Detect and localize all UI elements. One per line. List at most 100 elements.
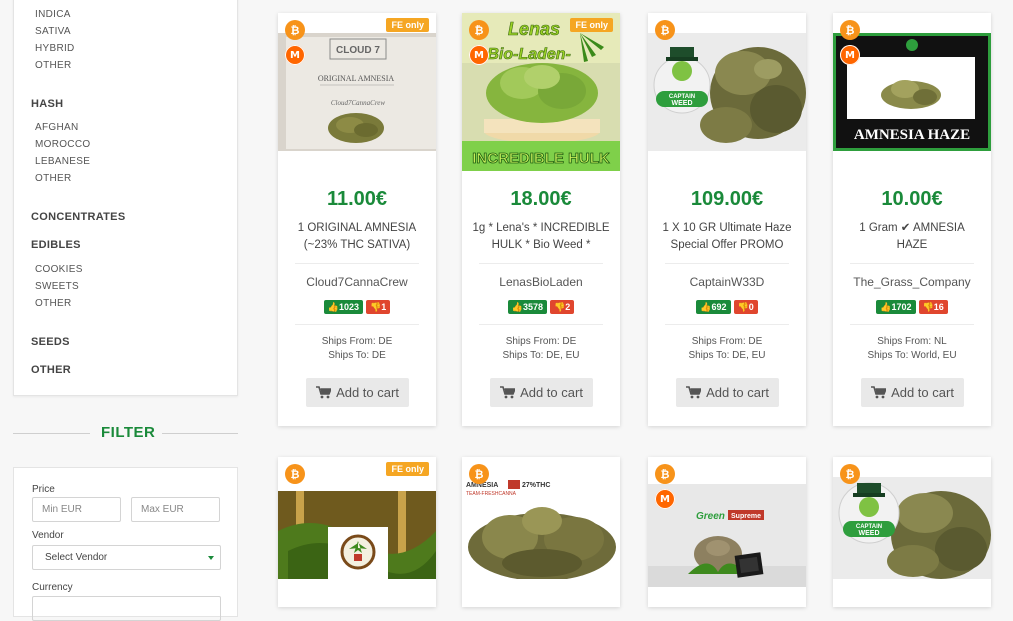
product-title[interactable]: 1 ORIGINAL AMNESIA (~23% THC SATIVA) [288,220,426,254]
filter-panel: Price Vendor Select Vendor Currency [13,467,238,621]
category-edibles-other[interactable]: OTHER [35,298,72,309]
product-card: ₿ CAPTAIN WEED 109.00€ 1 X 10 GR Ultimat… [648,13,806,426]
product-title[interactable]: 1 Gram ✔ AMNESIA HAZE [843,220,981,254]
category-hash[interactable]: HASH [31,98,63,110]
category-morocco[interactable]: MOROCCO [35,139,90,150]
divider [850,263,974,264]
divider [850,324,974,325]
image-text: Supreme [731,513,761,520]
product-title[interactable]: 1 X 10 GR Ultimate Haze Special Offer PR… [658,220,796,254]
monero-icon: M [469,45,489,65]
shopping-cart-icon [871,386,887,399]
negative-feedback: 👎2 [550,300,575,314]
product-image[interactable]: CAPTAIN WEED [648,33,806,151]
ships-to: Ships To: DE [328,350,386,361]
image-text: 27%THC [522,482,550,489]
category-cookies[interactable]: COOKIES [35,264,83,275]
shipping-info: Ships From: DE Ships To: DE, EU [462,335,620,363]
product-price: 10.00€ [881,188,943,210]
shopping-cart-icon [686,386,702,399]
caret-down-icon [208,556,214,560]
image-text: AMNESIA HAZE [854,127,970,143]
category-indica[interactable]: INDICA [35,9,71,20]
thumbs-down-icon: 👎 [370,302,382,312]
max-price-input[interactable] [131,497,220,522]
category-concentrates[interactable]: CONCENTRATES [31,211,125,223]
product-card: ₿ M AMNESIA HAZE 10.00€ 1 Gram ✔ AMNESIA… [833,13,991,426]
fe-only-badge: FE only [570,18,613,32]
feedback-badges: 👍692 👎0 [648,300,806,314]
filter-divider-left [13,433,90,434]
filter-heading: FILTER [101,424,156,441]
negative-feedback: 👎1 [366,300,391,314]
category-seeds[interactable]: SEEDS [31,336,70,348]
positive-feedback: 👍692 [696,300,731,314]
vendor-link[interactable]: CaptainW33D [648,275,806,289]
image-text: TEAM-FRESHCANNA [466,491,517,497]
product-image[interactable]: CAPTAIN WEED [833,477,991,579]
divider [295,324,419,325]
product-title[interactable]: 1g * Lena's * INCREDIBLE HULK * Bio Weed… [472,220,610,254]
product-card: ₿ M Green Supreme [648,457,806,607]
category-hybrid[interactable]: HYBRID [35,43,75,54]
ships-from: Ships From: NL [877,336,947,347]
category-weed-other[interactable]: OTHER [35,60,72,71]
category-other[interactable]: OTHER [31,364,71,376]
vendor-link[interactable]: The_Grass_Company [833,275,991,289]
category-sweets[interactable]: SWEETS [35,281,79,292]
add-to-cart-button[interactable]: Add to cart [306,378,409,407]
currency-select[interactable] [32,596,221,621]
shopping-cart-icon [316,386,332,399]
bitcoin-icon: ₿ [840,464,860,484]
product-image[interactable] [278,491,436,579]
vendor-select[interactable]: Select Vendor [32,545,221,570]
category-lebanese[interactable]: LEBANESE [35,156,90,167]
positive-feedback: 👍1702 [876,300,916,314]
shipping-info: Ships From: DE Ships To: DE, EU [648,335,806,363]
min-price-input[interactable] [32,497,121,522]
positive-feedback: 👍1023 [323,300,363,314]
thumbs-up-icon: 👍 [327,302,339,312]
vendor-label: Vendor [32,530,64,541]
product-price: 11.00€ [326,188,388,210]
image-text: CLOUD 7 [336,45,380,56]
thumbs-down-icon: 👎 [922,302,934,312]
product-image[interactable]: AMNESIA 27%THC TEAM-FRESHCANNA [462,477,620,579]
category-afghan[interactable]: AFGHAN [35,122,78,133]
divider [665,324,789,325]
bitcoin-icon: ₿ [469,464,489,484]
product-card: ₿ M FE only CLOUD 7 ORIGINAL AMNESIA Clo… [278,13,436,426]
ships-to: Ships To: World, EU [867,350,957,361]
image-text: Lenas [508,19,560,39]
product-price: 18.00€ [510,188,572,210]
ships-from: Ships From: DE [691,336,763,347]
fe-only-badge: FE only [386,462,429,476]
add-to-cart-button[interactable]: Add to cart [490,378,593,407]
bitcoin-icon: ₿ [655,20,675,40]
vendor-link[interactable]: Cloud7CannaCrew [278,275,436,289]
category-sativa[interactable]: SATIVA [35,26,71,37]
ships-to: Ships To: DE, EU [502,350,580,361]
product-card: ₿ M FE only Lenas -Bio-Laden- INCREDIBLE… [462,13,620,426]
category-edibles[interactable]: EDIBLES [31,239,81,251]
vendor-link[interactable]: LenasBioLaden [462,275,620,289]
bitcoin-icon: ₿ [285,464,305,484]
shopping-cart-icon [500,386,516,399]
divider [479,263,603,264]
image-text: WEED [859,530,880,537]
feedback-badges: 👍1702 👎16 [833,300,991,314]
add-to-cart-button[interactable]: Add to cart [676,378,779,407]
thumbs-down-icon: 👎 [554,302,566,312]
ships-from: Ships From: DE [505,336,577,347]
category-hash-other[interactable]: OTHER [35,173,72,184]
product-price: 109.00€ [690,188,764,210]
vendor-select-value: Select Vendor [45,552,108,563]
bitcoin-icon: ₿ [469,20,489,40]
ships-from: Ships From: DE [321,336,393,347]
add-to-cart-button[interactable]: Add to cart [861,378,964,407]
negative-feedback: 👎0 [733,300,758,314]
image-text: Green [696,511,725,522]
bitcoin-icon: ₿ [285,20,305,40]
image-text: -Bio-Laden- [482,46,571,63]
monero-icon: M [285,45,305,65]
